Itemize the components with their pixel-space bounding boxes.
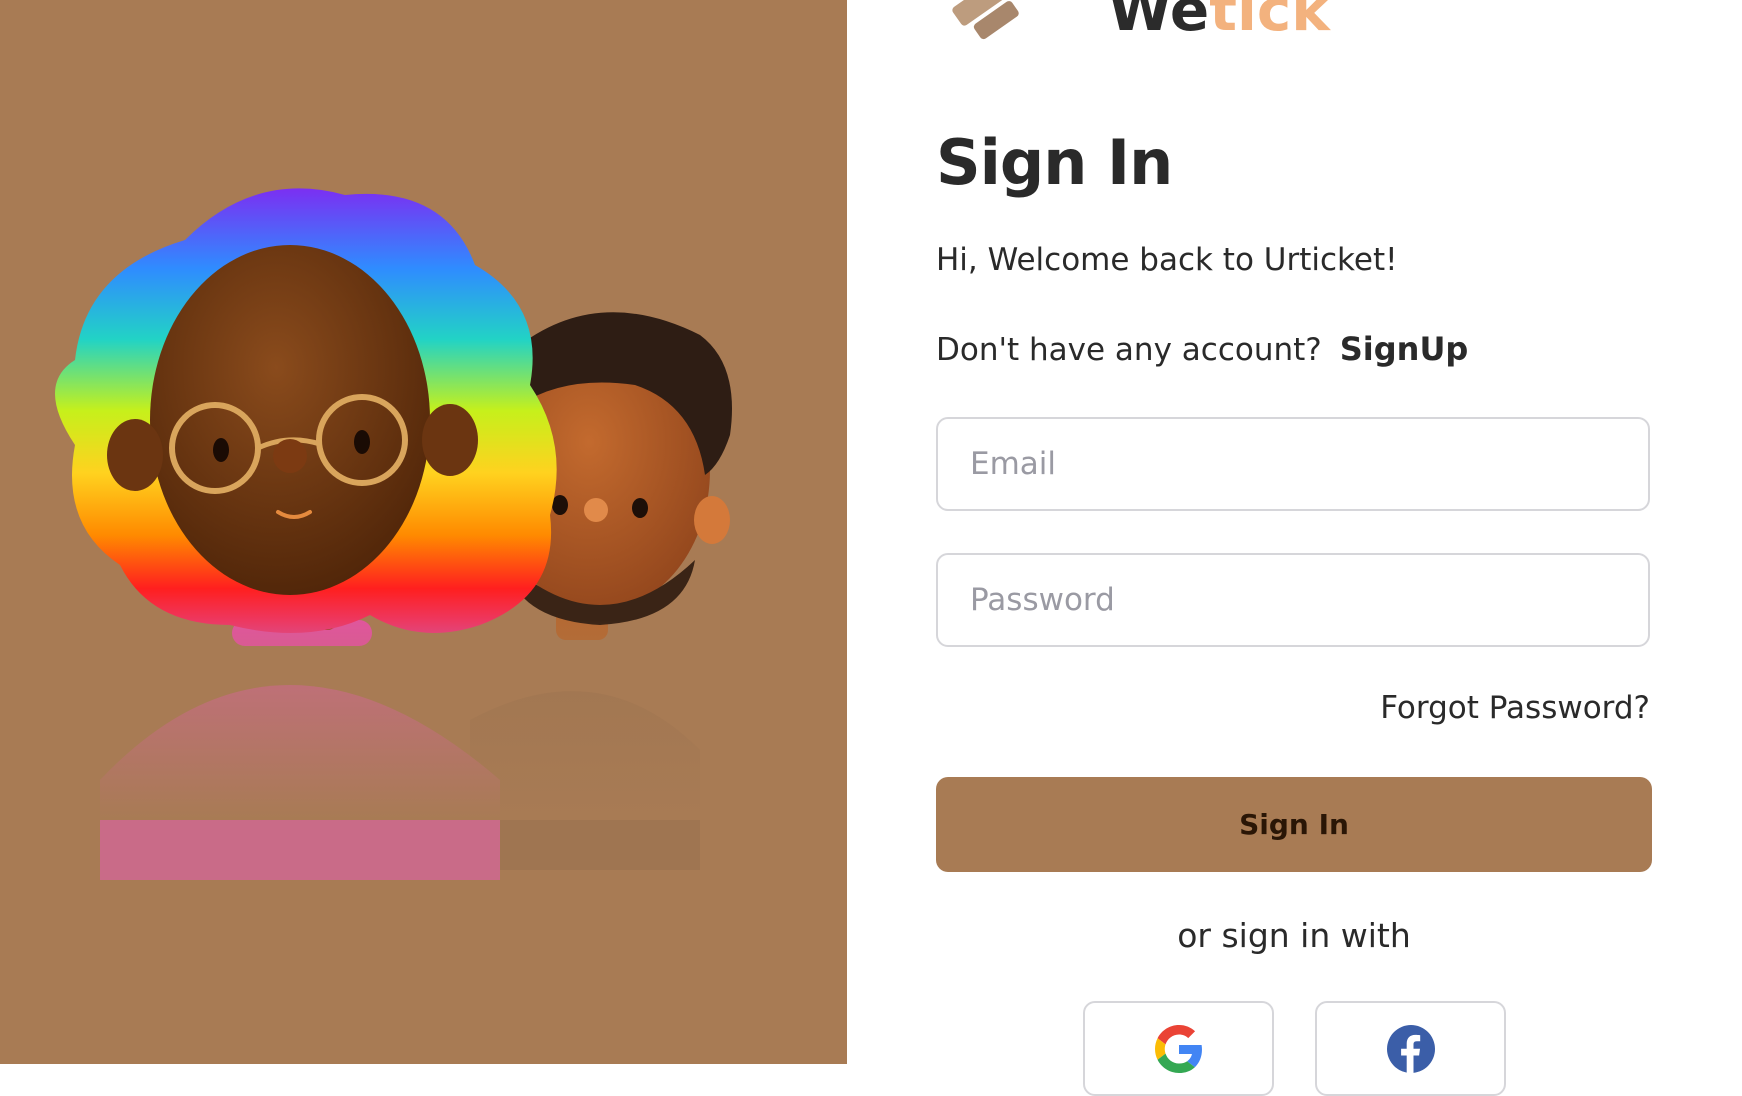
no-account-text: Don't have any account? bbox=[936, 332, 1322, 368]
forgot-password-link[interactable]: Forgot Password? bbox=[1380, 690, 1650, 726]
hero-panel bbox=[0, 0, 847, 1064]
sign-in-button[interactable]: Sign In bbox=[936, 777, 1652, 872]
page-title: Sign In bbox=[936, 126, 1173, 199]
alt-sign-in-text: or sign in with bbox=[1177, 916, 1411, 955]
signup-link[interactable]: SignUp bbox=[1340, 330, 1469, 368]
avatars-illustration bbox=[0, 188, 847, 880]
google-icon bbox=[1154, 1024, 1202, 1073]
email-field[interactable] bbox=[936, 417, 1650, 511]
signup-prompt: Don't have any account? SignUp bbox=[936, 330, 1468, 368]
password-field[interactable] bbox=[936, 553, 1650, 647]
google-sign-in-button[interactable] bbox=[1083, 1001, 1274, 1096]
brand-name-part2: tick bbox=[1209, 0, 1330, 44]
welcome-text: Hi, Welcome back to Urticket! bbox=[936, 242, 1398, 278]
facebook-icon bbox=[1386, 1024, 1435, 1073]
ticket-logo-icon bbox=[952, 0, 1019, 40]
brand-logo[interactable]: Wetick bbox=[940, 0, 1330, 50]
sign-in-page: Wetick Sign In Hi, Welcome back to Urtic… bbox=[0, 0, 1742, 1096]
brand-name-part1: We bbox=[1108, 0, 1210, 44]
facebook-sign-in-button[interactable] bbox=[1315, 1001, 1506, 1096]
brand-name: Wetick bbox=[1108, 0, 1330, 39]
